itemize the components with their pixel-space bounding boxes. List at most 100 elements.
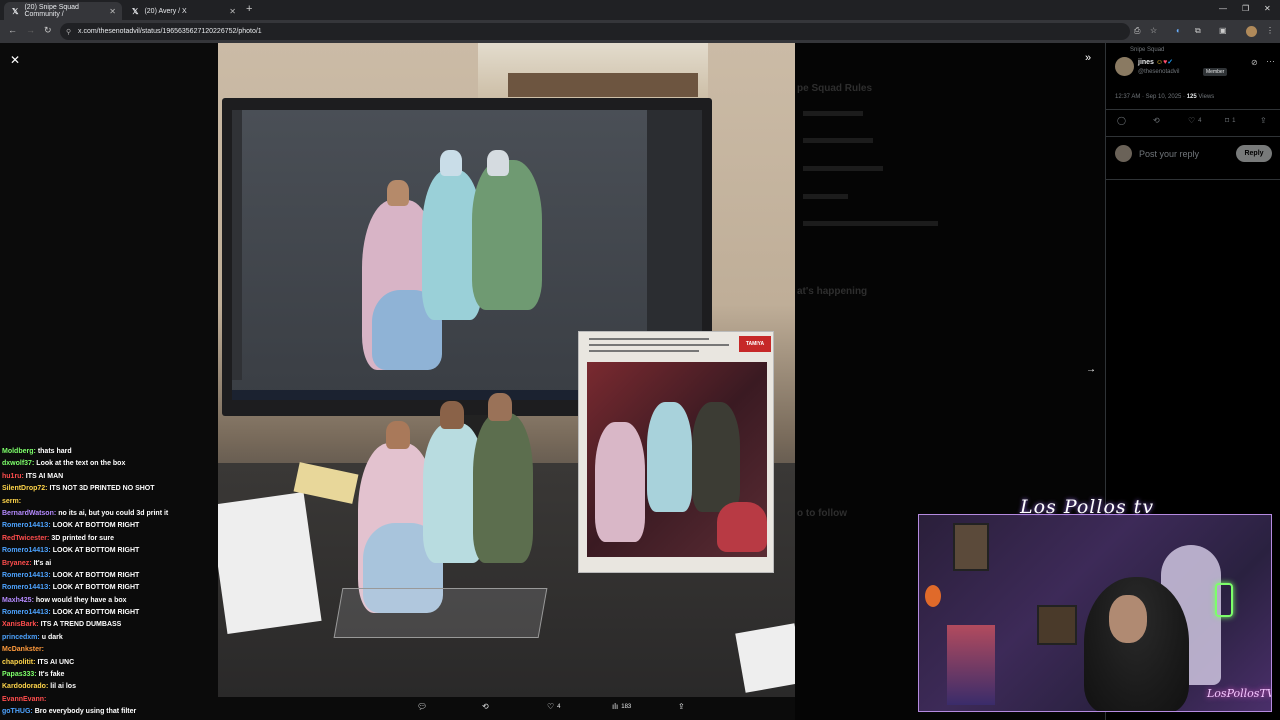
wall-poster — [953, 523, 989, 571]
close-icon[interactable]: ✕ — [229, 7, 236, 16]
chat-text: Bro everybody using that filter — [34, 708, 137, 716]
chat-message: goTHUG: Bro everybody using that filter — [2, 706, 217, 718]
chat-message: Bryanez: It's ai — [2, 558, 217, 570]
reply-input[interactable]: Post your reply — [1139, 149, 1199, 159]
ghost-heading: at's happening — [797, 286, 868, 297]
new-tab-button[interactable]: + — [246, 3, 252, 15]
chat-username[interactable]: Romero1441З: — [2, 522, 51, 529]
chat-username[interactable]: Romero1441З: — [2, 572, 51, 579]
chat-username[interactable]: McDankster: — [2, 646, 44, 653]
ghost-heading: pe Squad Rules — [797, 83, 873, 94]
chat-message: RedTwicester: 3D printed for sure — [2, 533, 217, 545]
chat-username[interactable]: goTHUG: — [2, 708, 33, 715]
chat-username[interactable]: SilentDrop72: — [2, 485, 48, 492]
close-viewer-icon[interactable]: ✕ — [10, 53, 20, 67]
bookmark-star-icon[interactable]: ☆ — [1150, 26, 1157, 35]
site-info-icon[interactable]: ⚲ — [66, 28, 71, 36]
author-avatar[interactable] — [1115, 57, 1134, 76]
reply-button[interactable]: 💬︎ — [417, 702, 427, 711]
divider — [1106, 109, 1280, 110]
ghost-line — [803, 111, 863, 116]
views-button[interactable]: ılı 183 — [612, 702, 631, 711]
back-icon[interactable]: ← — [8, 25, 17, 35]
close-icon[interactable]: ✕ — [109, 7, 116, 16]
chat-username[interactable]: BernardWatson: — [2, 510, 56, 517]
chat-message: serm: — [2, 496, 217, 508]
author-name[interactable]: jines ☺♥✓ — [1138, 58, 1173, 66]
repost-button[interactable]: ⟲ — [482, 702, 489, 711]
chat-username[interactable]: Moldberg: — [2, 448, 36, 455]
extension-icon[interactable]: ◐ — [1176, 26, 1181, 35]
side-panel-icon[interactable]: ▣ — [1219, 26, 1227, 35]
chat-username[interactable]: RedTwicester: — [2, 535, 49, 542]
tab-avery[interactable]: 𝕏 (20) Avery / X ✕ — [124, 2, 242, 20]
chat-username[interactable]: Bryanez: — [2, 560, 32, 567]
chat-username[interactable]: Kardodorado: — [2, 683, 48, 690]
divider — [1106, 136, 1280, 137]
chat-username[interactable]: Romero1441З: — [2, 547, 51, 554]
address-bar[interactable]: ⚲ x.com/thesenotadvil/status/19656356271… — [60, 23, 1130, 40]
reload-icon[interactable]: ↻ — [44, 25, 52, 36]
chat-username[interactable]: Papas333: — [2, 671, 37, 678]
minimize-button[interactable]: — — [1219, 4, 1227, 13]
chat-username[interactable]: Maxh425: — [2, 597, 34, 604]
x-logo-icon: 𝕏 — [132, 6, 139, 16]
chat-username[interactable]: Romero1441З: — [2, 609, 51, 616]
install-app-icon[interactable]: ⎙ — [1134, 26, 1140, 36]
acrylic-base — [333, 588, 548, 638]
forward-icon[interactable]: → — [26, 25, 35, 35]
chat-username[interactable]: EvannEvann: — [2, 696, 46, 703]
wall-poster — [1037, 605, 1077, 645]
reply-button[interactable]: ◯ — [1117, 116, 1126, 125]
share-button[interactable]: ⇪ — [678, 702, 685, 711]
extensions-puzzle-icon[interactable]: ⧉ — [1195, 26, 1201, 36]
bookmark-button[interactable]: ⌑ 1 — [1225, 116, 1235, 125]
blender-toolbar — [232, 110, 242, 380]
like-button[interactable]: ♡ 4 — [1188, 116, 1202, 125]
author-handle[interactable]: @thesenotadvil — [1138, 69, 1179, 75]
heart-icon: ♡ — [547, 702, 555, 711]
chat-username[interactable]: XanisBark: — [2, 621, 39, 628]
chat-text: lil ai los — [50, 683, 76, 691]
chat-message: Maxh425: how would they have a box — [2, 595, 217, 607]
expand-panel-icon[interactable]: » — [1085, 52, 1091, 64]
restore-button[interactable]: ❐ — [1242, 4, 1249, 13]
more-icon[interactable]: ··· — [1266, 56, 1275, 66]
reply-submit-button[interactable]: Reply — [1236, 145, 1272, 162]
menu-icon[interactable]: ⋮ — [1266, 26, 1274, 35]
ghost-heading: o to follow — [797, 508, 847, 519]
chat-text: no its ai, but you could 3d print it — [58, 509, 169, 517]
close-window-button[interactable]: ✕ — [1264, 4, 1271, 13]
like-button[interactable]: ♡ 4 — [547, 702, 561, 711]
tab-snipe-squad[interactable]: 𝕏 (20) Snipe Squad Community / ✕ — [4, 2, 122, 20]
tab-label: (20) Avery / X — [144, 7, 187, 15]
stream-chat: Moldberg: thats hard dxwolf37: Look at the … — [2, 446, 217, 719]
chat-username[interactable]: hu1ru: — [2, 473, 24, 480]
repost-button[interactable]: ⟲ — [1153, 116, 1160, 125]
url-text: x.com/thesenotadvil/status/1965635627120… — [78, 28, 262, 35]
chat-message: BernardWatson: no its ai, but you could 3… — [2, 508, 217, 520]
chat-message: Moldberg: thats hard — [2, 446, 217, 458]
community-label[interactable]: Snipe Squad — [1130, 47, 1164, 53]
head — [440, 150, 462, 176]
head — [440, 401, 464, 429]
wall-poster — [947, 625, 995, 705]
chat-username[interactable]: serm: — [2, 498, 21, 505]
chat-username[interactable]: princedxm: — [2, 634, 40, 641]
chat-username[interactable]: dxwolf37: — [2, 460, 34, 467]
chat-text: It's ai — [33, 559, 52, 567]
chat-message: Kardodorado: lil ai los — [2, 681, 217, 693]
chat-username[interactable]: Romero1441З: — [2, 584, 51, 591]
chat-message: princedxm: u dark — [2, 632, 217, 644]
share-button[interactable]: ⇪ — [1260, 116, 1267, 125]
chat-message: Romero1441З: LOOK AT BOTTOM RIGHT — [2, 582, 217, 594]
grok-icon[interactable]: ⊘ — [1251, 58, 1258, 67]
next-photo-arrow-icon[interactable]: → — [1086, 364, 1096, 375]
neon-logo: LosPollosTV — [1207, 687, 1272, 700]
chat-username[interactable]: chapolitit: — [2, 659, 35, 666]
x-logo-icon: 𝕏 — [12, 6, 19, 16]
post-timestamp[interactable]: 12:37 AM · Sep 10, 2025 · — [1115, 94, 1185, 100]
post-photo[interactable]: TAMIYA — [218, 43, 795, 697]
box-figure — [595, 422, 645, 542]
profile-avatar[interactable] — [1246, 26, 1257, 37]
